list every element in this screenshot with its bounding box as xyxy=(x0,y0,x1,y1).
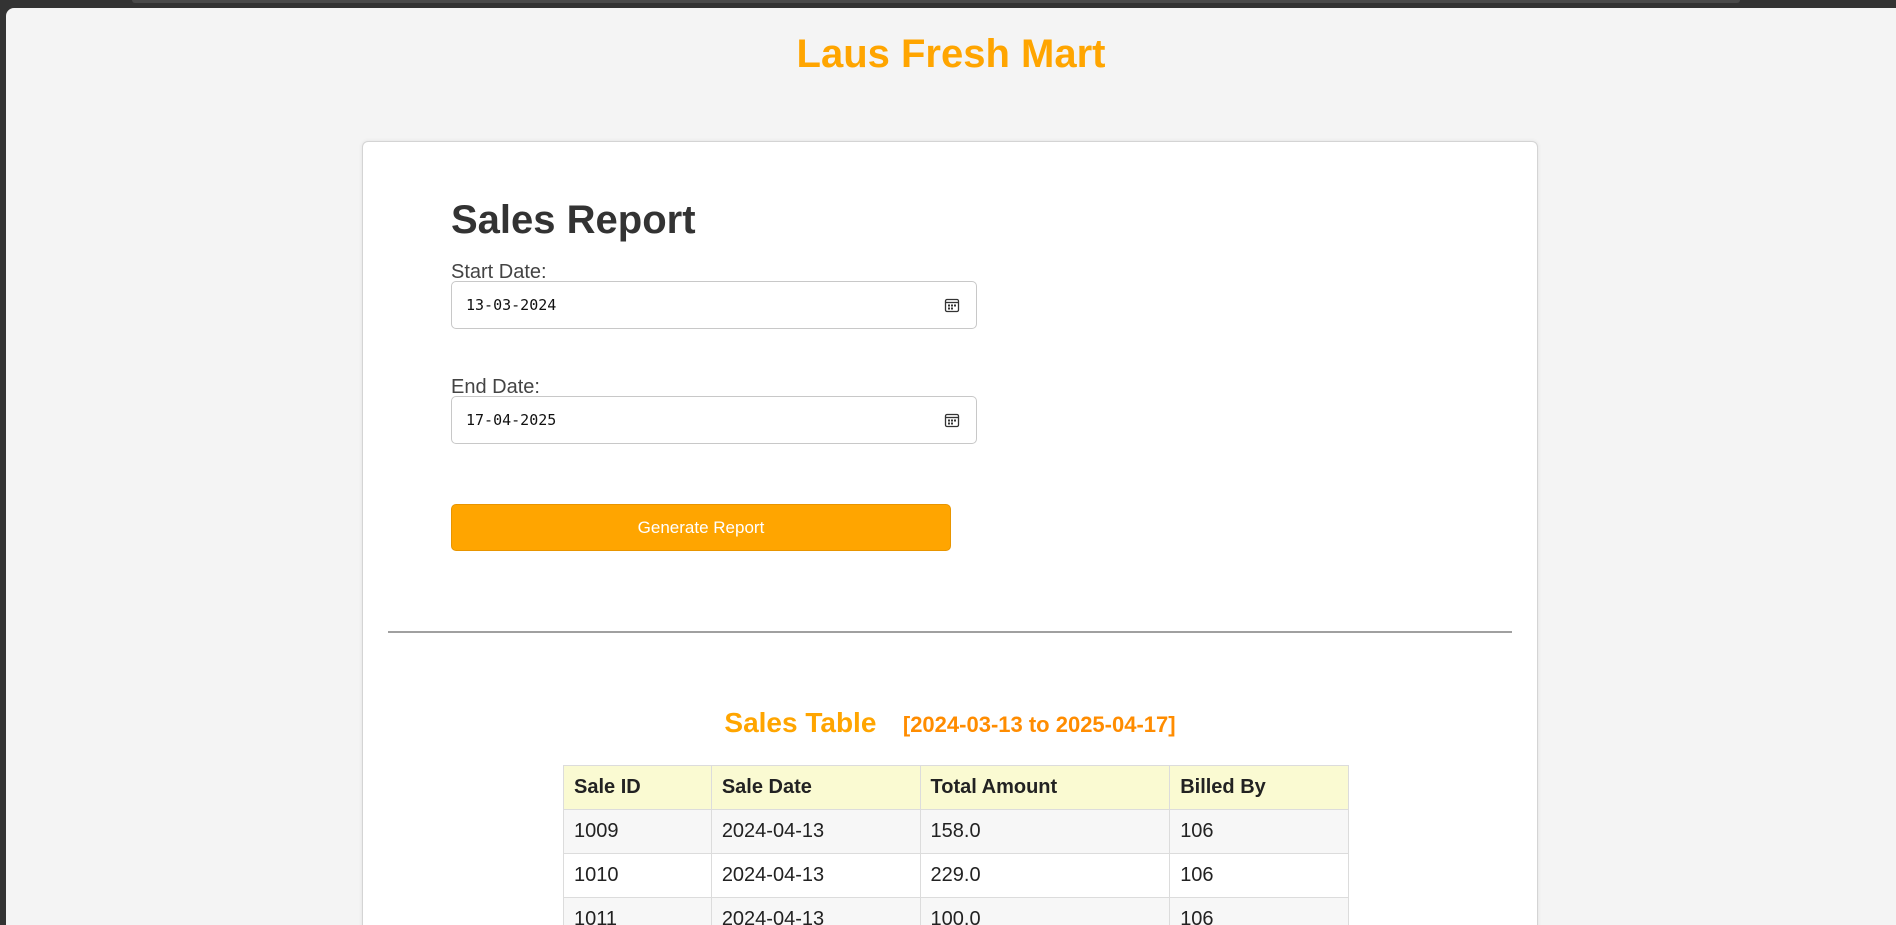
column-header-sale-date: Sale Date xyxy=(710,765,921,810)
sales-table-caption: Sales Table [2024-03-13 to 2025-04-17] xyxy=(363,707,1537,739)
sales-table-title: Sales Table xyxy=(724,707,877,738)
end-date-value: 17-04-2025 xyxy=(466,411,557,429)
cell-sale-date: 2024-04-13 xyxy=(710,809,921,854)
cell-sale-id: 1010 xyxy=(563,853,712,898)
cell-billed-by: 106 xyxy=(1169,809,1349,854)
column-header-sale-id: Sale ID xyxy=(563,765,712,810)
cell-total-amount: 100.0 xyxy=(919,897,1171,925)
cell-sale-date: 2024-04-13 xyxy=(710,853,921,898)
column-header-billed-by: Billed By xyxy=(1169,765,1349,810)
table-row: 1010 2024-04-13 229.0 106 xyxy=(563,853,1349,898)
sales-table-date-range: [2024-03-13 to 2025-04-17] xyxy=(902,712,1176,737)
cell-sale-id: 1009 xyxy=(563,809,712,854)
start-date-value: 13-03-2024 xyxy=(466,296,557,314)
report-heading: Sales Report xyxy=(451,198,696,242)
cell-total-amount: 158.0 xyxy=(919,809,1171,854)
site-title: Laus Fresh Mart xyxy=(796,32,1106,76)
cell-sale-date: 2024-04-13 xyxy=(710,897,921,925)
start-date-input[interactable]: 13-03-2024 xyxy=(451,281,977,329)
section-divider xyxy=(388,631,1512,633)
sales-table: Sale ID Sale Date Total Amount Billed By… xyxy=(563,765,1349,925)
end-date-input[interactable]: 17-04-2025 xyxy=(451,396,977,444)
column-header-total-amount: Total Amount xyxy=(919,765,1171,810)
table-row: 1009 2024-04-13 158.0 106 xyxy=(563,809,1349,854)
calendar-icon[interactable] xyxy=(944,297,960,313)
cell-billed-by: 106 xyxy=(1169,897,1349,925)
cell-billed-by: 106 xyxy=(1169,853,1349,898)
table-row: 1011 2024-04-13 100.0 106 xyxy=(563,897,1349,925)
cell-sale-id: 1011 xyxy=(563,897,712,925)
cell-total-amount: 229.0 xyxy=(919,853,1171,898)
generate-report-button[interactable]: Generate Report xyxy=(451,504,951,551)
table-header-row: Sale ID Sale Date Total Amount Billed By xyxy=(563,765,1349,810)
window-top-strip xyxy=(0,0,1896,8)
page-viewport: Laus Fresh Mart Sales Report Start Date:… xyxy=(6,8,1896,925)
browser-tab-edge xyxy=(132,0,1740,3)
report-card: Sales Report Start Date: 13-03-2024 End … xyxy=(362,141,1538,925)
calendar-icon[interactable] xyxy=(944,412,960,428)
